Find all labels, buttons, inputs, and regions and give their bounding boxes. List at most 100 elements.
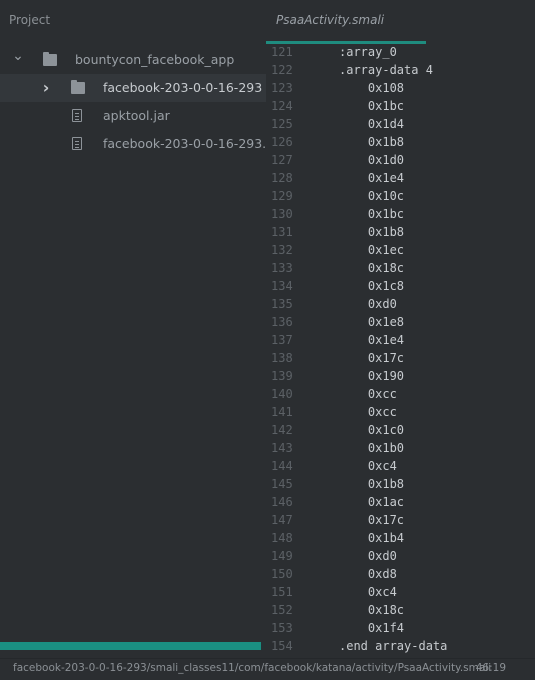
line-number: 130 [271,207,293,221]
line-number: 140 [271,387,293,401]
project-panel-title: Project [9,13,51,27]
code-line: 151 0xc4 [266,583,535,601]
code-text: 0x108 [339,81,405,95]
line-number: 150 [271,567,293,581]
code-line: 122 .array-data 4 [266,61,535,79]
code-text: 0x1e4 [339,171,405,185]
code-line: 133 0x18c [266,259,535,277]
code-line: 135 0xd0 [266,295,535,313]
code-line: 127 0x1d0 [266,151,535,169]
code-text: 0xcc [339,405,397,419]
code-text: :array_0 [339,45,397,59]
code-line: 131 0x1b8 [266,223,535,241]
code-text: 0x1b0 [339,441,405,455]
code-line: 139 0x190 [266,367,535,385]
code-text: .end array-data [339,639,448,653]
tree-item-label: apktool.jar [103,108,170,123]
code-line: 140 0xcc [266,385,535,403]
line-number: 138 [271,351,293,365]
code-text: 0x17c [339,351,405,365]
line-number: 123 [271,81,293,95]
code-line: 123 0x108 [266,79,535,97]
code-line: 134 0x1c8 [266,277,535,295]
code-text: 0x1b8 [339,477,405,491]
line-number: 134 [271,279,293,293]
cursor-position[interactable]: 46:19 [476,659,506,677]
status-file-path: facebook-203-0-0-16-293/smali_classes11/… [13,662,492,674]
code-text: 0x1bc [339,207,405,221]
tree-item-folder[interactable]: › facebook-203-0-0-16-293 [0,74,266,102]
code-line: 137 0x1e4 [266,331,535,349]
code-text: 0x1b8 [339,135,405,149]
code-area[interactable]: 121:array_0 122 .array-data 4 123 0x108 124 … [266,43,535,655]
code-line: 143 0x1b0 [266,439,535,457]
code-line: 153 0x1f4 [266,619,535,637]
line-number: 131 [271,225,293,239]
code-line: 128 0x1e4 [266,169,535,187]
code-text: 0x10c [339,189,405,203]
status-bar: facebook-203-0-0-16-293/smali_classes11/… [0,658,535,680]
code-text: 0x1b4 [339,531,405,545]
code-text: 0xc4 [339,585,397,599]
code-line: 136 0x1e8 [266,313,535,331]
code-line: 141 0xcc [266,403,535,421]
code-line: 154 .end array-data [266,637,535,655]
line-number: 148 [271,531,293,545]
code-line: 152 0x18c [266,601,535,619]
code-text: 0x1d4 [339,117,405,131]
file-icon [72,109,82,122]
code-line: 138 0x17c [266,349,535,367]
code-text: .array-data 4 [339,63,433,77]
tree-item-file[interactable]: facebook-203-0-0-16-293.apk [0,130,289,158]
chevron-down-icon[interactable]: ⌄ [12,42,24,70]
line-number: 142 [271,423,293,437]
line-number: 137 [271,333,293,347]
code-text: 0x1d0 [339,153,405,167]
line-number: 145 [271,477,293,491]
line-number: 146 [271,495,293,509]
code-text: 0xc4 [339,459,397,473]
tree-item-folder[interactable]: ⌄ bountycon_facebook_app [0,46,266,74]
code-text: 0x1e8 [339,315,405,329]
code-line: 150 0xd8 [266,565,535,583]
editor-panel: PsaaActivity.smali 121:array_0 122 .array-… [266,0,535,658]
tab-psaaactivity[interactable]: PsaaActivity.smali [276,13,384,27]
line-number: 129 [271,189,293,203]
code-text: 0x18c [339,603,405,617]
code-text: 0x1ec [339,243,405,257]
line-number: 136 [271,315,293,329]
code-line: 130 0x1bc [266,205,535,223]
code-line: 144 0xc4 [266,457,535,475]
line-number: 128 [271,171,293,185]
tree-item-label: facebook-203-0-0-16-293 [103,80,263,95]
tree-item-file[interactable]: apktool.jar [0,102,266,130]
code-line: 148 0x1b4 [266,529,535,547]
code-text: 0x1ac [339,495,405,509]
code-line: 129 0x10c [266,187,535,205]
line-number: 124 [271,99,293,113]
chevron-right-icon[interactable]: › [40,74,52,102]
code-text: 0x1c8 [339,279,405,293]
line-number: 122 [271,63,293,77]
code-text: 0xd0 [339,297,397,311]
code-text: 0x190 [339,369,405,383]
line-number: 126 [271,135,293,149]
tree-item-label: facebook-203-0-0-16-293.apk [103,136,289,151]
tree-item-label: bountycon_facebook_app [75,52,235,67]
project-panel: Project ⌄ bountycon_facebook_app › facebook… [0,0,289,658]
line-number: 127 [271,153,293,167]
line-number: 154 [271,639,293,653]
folder-icon [71,80,85,94]
line-number: 152 [271,603,293,617]
code-line: 145 0x1b8 [266,475,535,493]
line-number: 144 [271,459,293,473]
code-line: 121:array_0 [266,43,535,61]
code-text: 0xd0 [339,549,397,563]
code-line: 124 0x1bc [266,97,535,115]
line-number: 135 [271,297,293,311]
line-number: 143 [271,441,293,455]
line-number: 133 [271,261,293,275]
line-number: 149 [271,549,293,563]
line-number: 151 [271,585,293,599]
code-text: 0x1e4 [339,333,405,347]
